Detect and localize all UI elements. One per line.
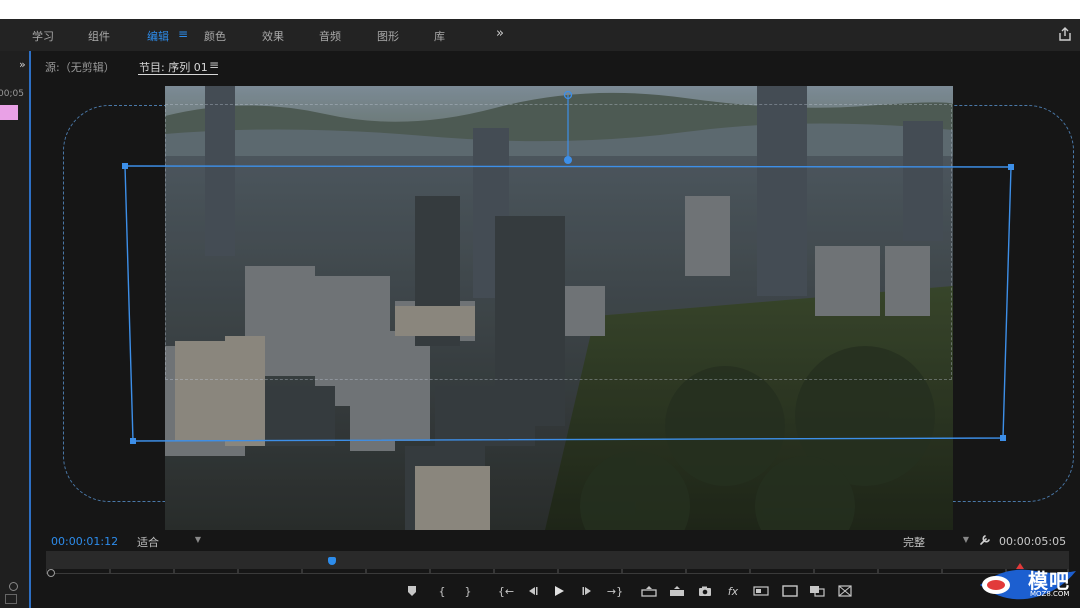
workspace-tab-libraries[interactable]: 库 xyxy=(434,28,445,44)
title-safe-outline xyxy=(165,104,952,380)
chevron-down-icon: ▼ xyxy=(194,535,201,544)
camera-icon xyxy=(699,586,711,596)
proxy-toggle-button[interactable] xyxy=(836,583,854,601)
mark-out-button[interactable]: } xyxy=(460,583,476,601)
comparison-icon xyxy=(753,586,769,596)
share-icon[interactable] xyxy=(1057,26,1073,42)
zoom-scroll-track[interactable] xyxy=(46,573,1069,574)
workspace-tab-editing[interactable]: 编辑 xyxy=(147,28,169,44)
step-back-icon xyxy=(529,587,538,595)
proxy-icon xyxy=(838,585,852,597)
go-to-in-button[interactable]: {← xyxy=(496,583,516,601)
safe-margins-button[interactable] xyxy=(781,583,799,601)
workspace-menu-icon[interactable]: ≡ xyxy=(178,27,188,41)
workspace-tab-learn[interactable]: 学习 xyxy=(32,28,54,44)
watermark-url: MOZ8.COM xyxy=(1030,590,1070,598)
panel-dot-icon[interactable] xyxy=(9,582,18,591)
lift-icon xyxy=(641,586,657,597)
left-panel: » 00;05 xyxy=(0,51,31,608)
zoom-level-value: 适合 xyxy=(137,536,159,549)
add-marker-button[interactable] xyxy=(404,583,420,601)
play-button[interactable] xyxy=(551,583,567,601)
workspace-tab-effects[interactable]: 效果 xyxy=(262,28,284,44)
duration-timecode: 00:00:05:05 xyxy=(999,535,1067,548)
comparison-view-button[interactable] xyxy=(752,583,770,601)
extract-button[interactable] xyxy=(668,583,686,601)
more-workspaces-icon[interactable]: » xyxy=(496,26,504,41)
chevron-down-icon: ▼ xyxy=(962,535,969,544)
workspace-bar: 学习 组件 编辑 ≡ 颜色 效果 音频 图形 库 » xyxy=(0,19,1080,51)
workspace-tab-audio[interactable]: 音频 xyxy=(319,28,341,44)
overlays-icon xyxy=(810,586,825,597)
step-forward-button[interactable] xyxy=(580,583,596,601)
step-forward-icon xyxy=(582,587,591,595)
left-panel-timecode: 00;05 xyxy=(0,89,24,99)
zoom-level-select[interactable]: 适合 ▼ xyxy=(137,534,201,549)
mark-in-button[interactable]: { xyxy=(434,583,450,601)
wrench-icon[interactable] xyxy=(979,534,991,546)
effects-button[interactable]: fx xyxy=(725,583,741,601)
overlays-button[interactable] xyxy=(808,583,826,601)
zoom-handle-left[interactable] xyxy=(47,569,55,577)
program-menu-icon[interactable]: ≡ xyxy=(209,58,219,72)
active-tab-underline xyxy=(138,74,218,75)
playback-resolution-value: 完整 xyxy=(903,536,925,549)
time-ruler-scrubber[interactable] xyxy=(46,551,1069,569)
workspace-tab-graphics[interactable]: 图形 xyxy=(377,28,399,44)
top-strip xyxy=(0,0,1080,19)
workspace-tab-assembly[interactable]: 组件 xyxy=(88,28,110,44)
marker-icon xyxy=(408,586,416,596)
playback-resolution-select[interactable]: 完整 ▼ xyxy=(903,534,969,549)
safe-margins-icon xyxy=(782,585,798,597)
lift-button[interactable] xyxy=(640,583,658,601)
source-monitor-tab[interactable]: 源:（无剪辑） xyxy=(45,59,115,75)
expand-panel-icon[interactable]: » xyxy=(19,58,26,71)
step-back-button[interactable] xyxy=(524,583,540,601)
go-to-out-button[interactable]: →} xyxy=(604,583,626,601)
workspace-tab-color[interactable]: 颜色 xyxy=(204,28,226,44)
transport-controls: { } {← →} fx xyxy=(400,583,860,601)
play-icon xyxy=(555,586,564,596)
program-monitor-tab[interactable]: 节目: 序列 01 xyxy=(139,59,208,75)
export-frame-button[interactable] xyxy=(697,583,713,601)
clip-thumbnail[interactable] xyxy=(0,105,18,120)
extract-icon xyxy=(670,586,684,596)
current-timecode[interactable]: 00:00:01:12 xyxy=(51,535,118,548)
panel-folder-icon[interactable] xyxy=(5,594,17,604)
